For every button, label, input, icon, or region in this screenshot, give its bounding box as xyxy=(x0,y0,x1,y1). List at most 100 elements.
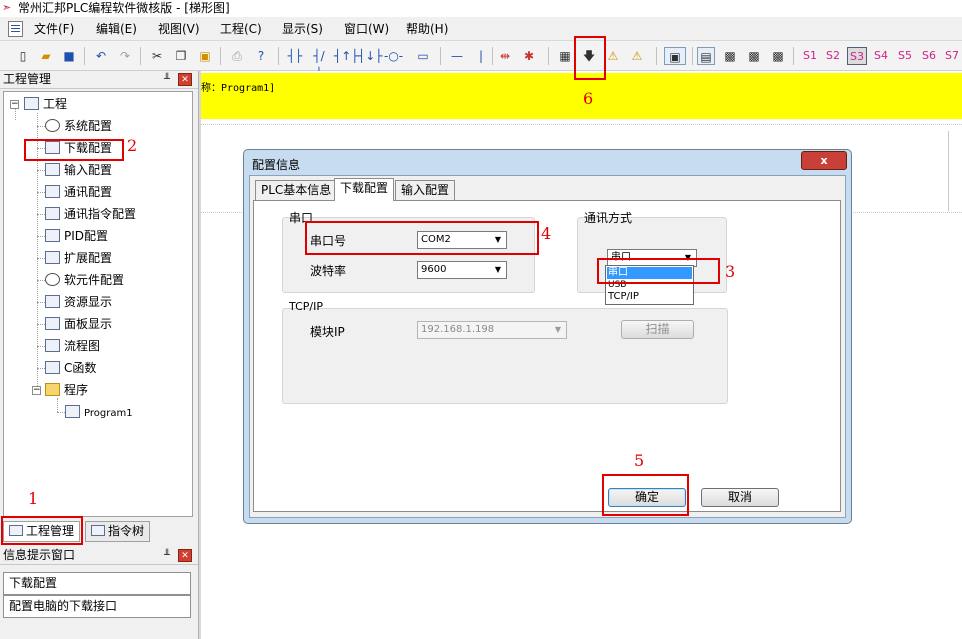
copy-icon[interactable]: ❐ xyxy=(172,47,190,65)
tree-item-flowchart[interactable]: 流程图 xyxy=(45,337,100,355)
s1-button[interactable]: S1 xyxy=(800,47,820,65)
s6-button[interactable]: S6 xyxy=(919,47,939,65)
contact-no-icon[interactable]: ┤├ xyxy=(286,47,304,65)
tree-item-input-config[interactable]: 输入配置 xyxy=(45,161,112,179)
vertical-line-icon[interactable]: | xyxy=(472,47,490,65)
chip-icon[interactable]: ▩ xyxy=(721,47,739,65)
redo-icon[interactable]: ↷ xyxy=(116,47,134,65)
s4-button[interactable]: S4 xyxy=(871,47,891,65)
dialog-close-button[interactable]: x xyxy=(801,151,847,170)
warning-alt-icon[interactable]: ⚠ xyxy=(628,47,646,65)
delete-horizontal-icon[interactable]: ⇹ xyxy=(496,47,514,65)
tab-instruction-tree[interactable]: 指令树 xyxy=(85,521,151,542)
annotation-box-6 xyxy=(574,36,606,80)
menu-edit[interactable]: 编辑(E) xyxy=(96,21,137,37)
open-folder-icon[interactable]: ▰ xyxy=(37,47,55,65)
info-panel: 信息提示窗口 ╨ ✕ 下载配置 配置电脑的下载接口 xyxy=(0,547,198,639)
undo-icon[interactable]: ↶ xyxy=(92,47,110,65)
cancel-button[interactable]: 取消 xyxy=(701,488,779,507)
contact-rising-icon[interactable]: ┤↑├ xyxy=(334,47,359,65)
tree-item-program-folder[interactable]: 程序 xyxy=(45,381,88,399)
contact-falling-icon[interactable]: ┤↓├ xyxy=(358,47,383,65)
module-icon[interactable]: ▩ xyxy=(745,47,763,65)
s7-button[interactable]: S7 xyxy=(942,47,962,65)
horizontal-line-icon[interactable]: — xyxy=(448,47,466,65)
annotation-number-1: 1 xyxy=(28,489,39,508)
tree-item-resource-display[interactable]: 资源显示 xyxy=(45,293,112,311)
pin-icon[interactable]: ╨ xyxy=(164,547,170,564)
menu-view[interactable]: 视图(V) xyxy=(158,21,200,37)
comm-option-tcpip[interactable]: TCP/IP xyxy=(607,291,692,303)
tree-item-system-config[interactable]: 系统配置 xyxy=(45,117,112,135)
delete-vertical-icon[interactable]: ✱ xyxy=(520,47,538,65)
menu-bar: 文件(F) 编辑(E) 视图(V) 工程(C) 显示(S) 窗口(W) 帮助(H… xyxy=(0,17,962,41)
annotation-number-3: 3 xyxy=(725,262,736,281)
menu-project[interactable]: 工程(C) xyxy=(220,21,262,37)
device-icon[interactable]: ▩ xyxy=(769,47,787,65)
soft-element-icon xyxy=(45,273,60,286)
compile-icon[interactable]: ▦ xyxy=(556,47,574,65)
close-icon[interactable]: ✕ xyxy=(178,549,192,562)
info-panel-header: 信息提示窗口 ╨ ✕ xyxy=(0,547,198,565)
flowchart-icon xyxy=(45,339,60,352)
pin-icon[interactable]: ╨ xyxy=(164,71,170,88)
tab-download-config[interactable]: 下载配置 xyxy=(334,178,395,201)
toolbar: ▯ ▰ ■ ↶ ↷ ✂ ❐ ▣ ⎙ ? ┤├ ┤/├ ┤↑├ ┤↓├ -○- ▭… xyxy=(0,41,962,81)
function-block-icon[interactable]: ▭ xyxy=(414,47,432,65)
document-icon[interactable] xyxy=(8,21,23,37)
annotation-number-5: 5 xyxy=(634,451,645,470)
help-icon[interactable]: ? xyxy=(252,47,270,65)
tree-item-expansion-config[interactable]: 扩展配置 xyxy=(45,249,112,267)
contact-nc-icon[interactable]: ┤/├ xyxy=(310,47,328,81)
project-panel-title: 工程管理 xyxy=(3,72,52,86)
module-ip-label: 模块IP xyxy=(310,325,345,339)
tree-item-c-function[interactable]: C函数 xyxy=(45,359,96,377)
s5-button[interactable]: S5 xyxy=(895,47,915,65)
scan-button[interactable]: 扫描 xyxy=(621,320,694,339)
tab-plc-basic-info[interactable]: PLC基本信息 xyxy=(255,180,338,200)
paste-icon[interactable]: ▣ xyxy=(196,47,214,65)
annotation-number-4: 4 xyxy=(541,224,552,243)
program-name-label: 称：Program1] xyxy=(201,83,276,94)
tree-item-program1[interactable]: Program1 xyxy=(65,403,133,421)
resource-icon xyxy=(45,295,60,308)
menu-file[interactable]: 文件(F) xyxy=(34,21,74,37)
warning-icon[interactable]: ⚠ xyxy=(604,47,622,65)
root-expander[interactable]: − xyxy=(10,100,19,109)
title-bar: ➣ 常州汇邦PLC编程软件微核版 - [梯形图] xyxy=(0,0,962,17)
tcpip-group-label: TCP/IP xyxy=(289,300,323,313)
menu-window[interactable]: 窗口(W) xyxy=(344,21,389,37)
program-file-icon xyxy=(65,405,80,418)
baud-select[interactable]: 9600 ▼ xyxy=(417,261,507,279)
monitor-icon[interactable]: ▣ xyxy=(664,47,686,65)
s3-button[interactable]: S3 xyxy=(847,47,867,65)
tree-item-comm-instruction-config[interactable]: 通讯指令配置 xyxy=(45,205,136,223)
print-icon[interactable]: ⎙ xyxy=(228,47,246,65)
tree-item-pid-config[interactable]: PID配置 xyxy=(45,227,108,245)
cut-icon[interactable]: ✂ xyxy=(148,47,166,65)
tree-root[interactable]: 工程 xyxy=(24,95,67,113)
module-ip-select[interactable]: 192.168.1.198 ▼ xyxy=(417,321,567,339)
folder-icon xyxy=(45,383,60,396)
tab-input-config[interactable]: 输入配置 xyxy=(395,180,456,200)
project-panel-header: 工程管理 ╨ ✕ xyxy=(0,71,198,89)
tree-item-comm-config[interactable]: 通讯配置 xyxy=(45,183,112,201)
annotation-box-3 xyxy=(597,258,720,284)
menu-display[interactable]: 显示(S) xyxy=(282,21,323,37)
s2-button[interactable]: S2 xyxy=(823,47,843,65)
coil-icon[interactable]: -○- xyxy=(384,47,403,65)
comm-instruction-icon xyxy=(45,207,60,220)
program-expander[interactable]: − xyxy=(32,386,41,395)
tree-item-panel-display[interactable]: 面板显示 xyxy=(45,315,112,333)
new-file-icon[interactable]: ▯ xyxy=(14,47,32,65)
info-row-title: 下载配置 xyxy=(3,572,191,595)
save-icon[interactable]: ■ xyxy=(60,47,78,65)
tree-item-soft-element-config[interactable]: 软元件配置 xyxy=(45,271,124,289)
expansion-icon xyxy=(45,251,60,264)
annotation-number-2: 2 xyxy=(127,136,138,155)
menu-help[interactable]: 帮助(H) xyxy=(406,21,448,37)
close-icon[interactable]: ✕ xyxy=(178,73,192,86)
window-title: 常州汇邦PLC编程软件微核版 - [梯形图] xyxy=(18,1,230,15)
ladder-view-icon[interactable]: ▤ xyxy=(697,47,715,65)
comm-mode-group-label: 通讯方式 xyxy=(584,211,633,225)
